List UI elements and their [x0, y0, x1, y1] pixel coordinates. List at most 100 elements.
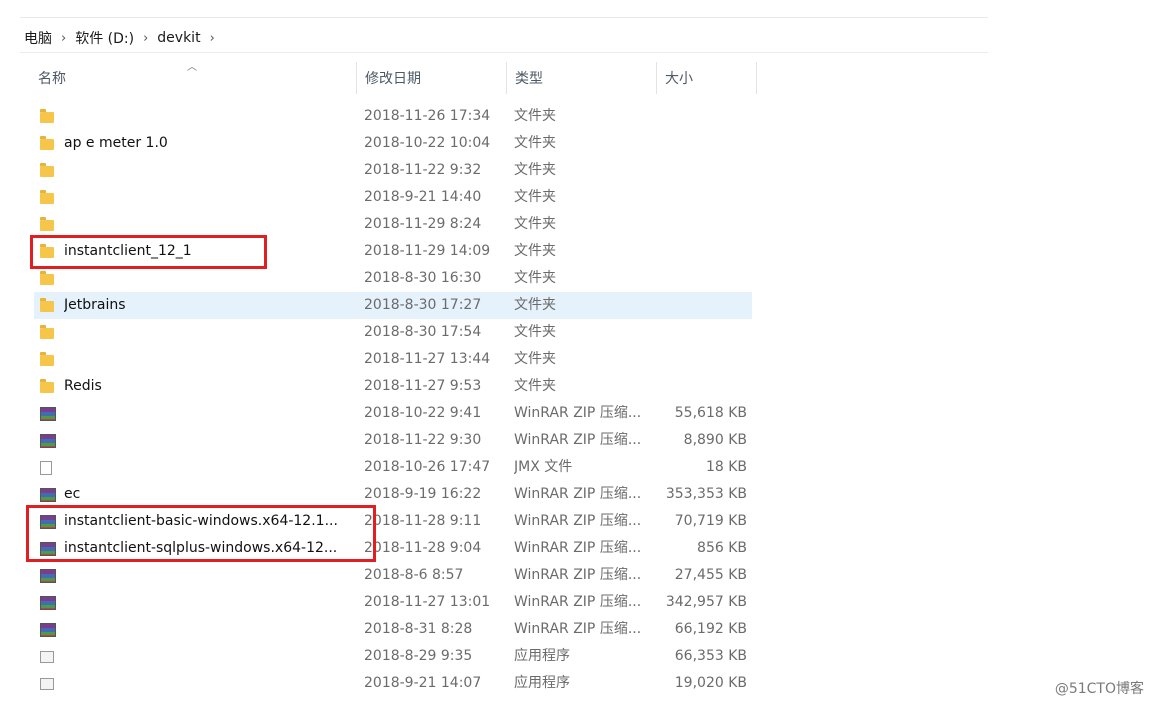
file-type: 应用程序: [514, 675, 570, 691]
breadcrumb: 电脑 › 软件 (D:) › devkit ›: [20, 26, 220, 50]
chevron-right-icon[interactable]: ›: [205, 31, 220, 46]
file-type: WinRAR ZIP 压缩...: [514, 567, 642, 583]
file-name: Redis: [64, 378, 102, 394]
file-name: [64, 562, 350, 589]
file-type: 文件夹: [514, 135, 556, 151]
file-icon-cell: [40, 130, 58, 157]
file-row[interactable]: 2018-11-22 9:32 文件夹: [34, 157, 752, 184]
file-row[interactable]: 2018-9-21 14:40 文件夹: [34, 184, 752, 211]
top-rule: [20, 17, 988, 18]
file-row[interactable]: 2018-9-21 14:07 应用程序 19,020 KB: [34, 670, 752, 697]
chevron-right-icon[interactable]: ›: [56, 31, 71, 46]
column-header-type[interactable]: 类型: [507, 62, 657, 94]
file-name: [64, 319, 350, 346]
file-row[interactable]: ap e meter 1.0 2018-10-22 10:04 文件夹: [34, 130, 752, 157]
file-icon-cell: [40, 616, 58, 643]
file-modified: 2018-8-30 16:30: [364, 270, 482, 286]
file-row[interactable]: 2018-11-27 13:44 文件夹: [34, 346, 752, 373]
file-name: [64, 616, 350, 643]
file-row[interactable]: 2018-11-29 8:24 文件夹: [34, 211, 752, 238]
column-header-name[interactable]: 名称: [30, 62, 356, 94]
column-header-modified[interactable]: 修改日期: [357, 62, 507, 94]
folder-icon: [40, 325, 54, 339]
file-row[interactable]: 2018-11-26 17:34 文件夹: [34, 103, 752, 130]
file-modified: 2018-11-26 17:34: [364, 108, 491, 124]
file-row[interactable]: Jetbrains 2018-8-30 17:27 文件夹: [34, 292, 752, 319]
file-modified: 2018-9-21 14:40: [364, 189, 482, 205]
file-size: 856 KB: [697, 540, 747, 556]
file-row[interactable]: Redis 2018-11-27 9:53 文件夹: [34, 373, 752, 400]
file-modified: 2018-9-21 14:07: [364, 675, 482, 691]
file-type: 文件夹: [514, 108, 556, 124]
file-icon-cell: [40, 346, 58, 373]
breadcrumb-drive-d[interactable]: 软件 (D:): [71, 28, 138, 48]
file-row[interactable]: 2018-8-30 17:54 文件夹: [34, 319, 752, 346]
file-name: ec: [64, 486, 81, 502]
breadcrumb-devkit[interactable]: devkit: [153, 30, 204, 46]
folder-icon: [40, 298, 54, 312]
watermark: @51CTO博客: [1054, 681, 1144, 697]
file-size: [658, 265, 747, 292]
file-name: Jetbrains: [64, 297, 126, 313]
file-size: [658, 184, 747, 211]
file-name: ap e meter 1.0: [64, 135, 168, 151]
file-icon-cell: [40, 157, 58, 184]
file-type: 文件夹: [514, 351, 556, 367]
file-modified: 2018-11-22 9:30: [364, 432, 482, 448]
file-row[interactable]: 2018-10-26 17:47 JMX 文件 18 KB: [34, 454, 752, 481]
file-modified: 2018-11-28 9:11: [364, 513, 482, 529]
file-type: WinRAR ZIP 压缩...: [514, 540, 642, 556]
file-size: 66,353 KB: [674, 648, 747, 664]
archive-icon: [40, 569, 56, 583]
file-name: [64, 400, 350, 427]
chevron-right-icon[interactable]: ›: [138, 31, 153, 46]
file-type: 应用程序: [514, 648, 570, 664]
file-icon-cell: [40, 292, 58, 319]
folder-icon: [40, 352, 54, 366]
file-name: [64, 157, 350, 184]
file-row[interactable]: 2018-8-30 16:30 文件夹: [34, 265, 752, 292]
column-header-size[interactable]: 大小: [657, 62, 757, 94]
file-modified: 2018-8-31 8:28: [364, 621, 473, 637]
file-row[interactable]: 2018-8-31 8:28 WinRAR ZIP 压缩... 66,192 KB: [34, 616, 752, 643]
file-modified: 2018-8-29 9:35: [364, 648, 473, 664]
file-size: [658, 292, 747, 319]
file-icon-cell: [40, 265, 58, 292]
file-icon-cell: [40, 373, 58, 400]
file-modified: 2018-11-27 13:01: [364, 594, 491, 610]
file-type: 文件夹: [514, 324, 556, 340]
file-type: WinRAR ZIP 压缩...: [514, 486, 642, 502]
file-type: 文件夹: [514, 297, 556, 313]
file-size: 70,719 KB: [674, 513, 747, 529]
file-type: WinRAR ZIP 压缩...: [514, 432, 642, 448]
archive-icon: [40, 407, 56, 421]
file-icon-cell: [40, 103, 58, 130]
breadcrumb-computer[interactable]: 电脑: [20, 28, 56, 48]
file-icon-cell: [40, 454, 58, 481]
file-icon-cell: [40, 481, 58, 508]
file-modified: 2018-10-22 9:41: [364, 405, 482, 421]
file-modified: 2018-8-30 17:54: [364, 324, 482, 340]
file-modified: 2018-11-29 14:09: [364, 243, 491, 259]
file-modified: 2018-11-27 13:44: [364, 351, 491, 367]
file-modified: 2018-8-6 8:57: [364, 567, 464, 583]
file-row[interactable]: 2018-11-22 9:30 WinRAR ZIP 压缩... 8,890 KB: [34, 427, 752, 454]
file-name: [64, 346, 350, 373]
file-row[interactable]: 2018-10-22 9:41 WinRAR ZIP 压缩... 55,618 KB: [34, 400, 752, 427]
file-row[interactable]: 2018-11-27 13:01 WinRAR ZIP 压缩... 342,957 …: [34, 589, 752, 616]
file-name: [64, 589, 350, 616]
folder-icon: [40, 190, 54, 204]
file-row[interactable]: 2018-8-29 9:35 应用程序 66,353 KB: [34, 643, 752, 670]
file-modified: 2018-10-26 17:47: [364, 459, 491, 475]
file-modified: 2018-8-30 17:27: [364, 297, 482, 313]
column-divider[interactable]: [756, 62, 757, 94]
file-size: 18 KB: [705, 459, 747, 475]
file-name: [64, 643, 350, 670]
file-size: [658, 103, 747, 130]
file-row[interactable]: 2018-8-6 8:57 WinRAR ZIP 压缩... 27,455 KB: [34, 562, 752, 589]
file-row[interactable]: ec 2018-9-19 16:22 WinRAR ZIP 压缩... 353,353…: [34, 481, 752, 508]
app-icon: [40, 651, 54, 663]
file-icon-cell: [40, 427, 58, 454]
file-icon-cell: [40, 211, 58, 238]
file-modified: 2018-10-22 10:04: [364, 135, 491, 151]
